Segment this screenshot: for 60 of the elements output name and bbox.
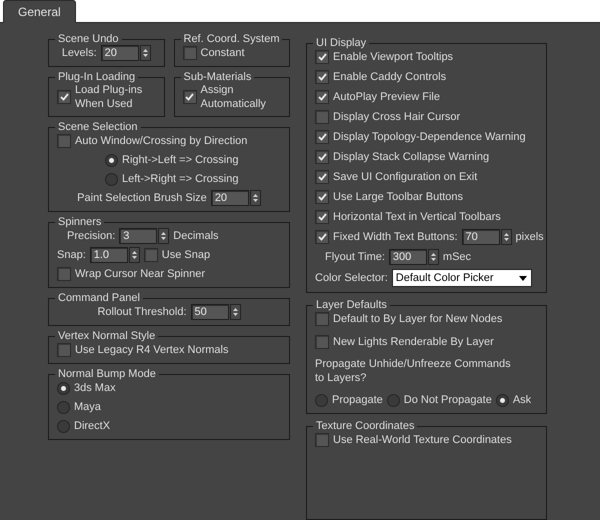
group-title: Spinners: [57, 216, 102, 228]
checkbox-label: Display Topology-Dependence Warning: [333, 130, 526, 144]
checkbox-label: AutoPlay Preview File: [333, 90, 440, 104]
number-field[interactable]: 50: [190, 304, 229, 320]
number-field[interactable]: 70: [462, 229, 500, 245]
radio-label: Maya: [74, 400, 101, 414]
number-field[interactable]: 300: [388, 249, 427, 265]
unit-label: pixels: [516, 230, 544, 244]
group-title: Layer Defaults: [315, 299, 388, 311]
group-title: Ref. Coord. System: [182, 33, 280, 45]
unit-label: mSec: [442, 250, 472, 264]
group-title: Command Panel: [57, 292, 141, 304]
spinner-label: Levels:: [62, 46, 97, 60]
checkbox-label: Load Plug-ins When Used: [75, 83, 142, 111]
checkbox-label: Auto Window/Crossing by Direction: [75, 134, 248, 148]
spinner-label: Paint Selection Brush Size: [77, 191, 207, 205]
radio-label: Left->Right => Crossing: [122, 172, 238, 186]
checkbox-label: Display Cross Hair Cursor: [333, 110, 460, 124]
checkbox-label: Constant: [200, 46, 245, 60]
spinner-label: Precision:: [67, 229, 116, 243]
checkbox-label: Assign Automatically: [200, 83, 266, 111]
spinner-label: Snap:: [57, 248, 86, 262]
checkbox-label: Fixed Width Text Buttons:: [333, 230, 458, 244]
group-title: UI Display: [315, 37, 368, 49]
group-title: Scene Selection: [57, 121, 138, 133]
spinner-label: Rollout Threshold:: [97, 305, 187, 319]
number-field[interactable]: 1.0: [90, 247, 128, 263]
checkbox-label: New Lights Renderable By Layer: [333, 335, 494, 349]
dropdown-label: Color Selector:: [315, 271, 388, 285]
group-title: Scene Undo: [57, 33, 120, 45]
group-title: Sub-Materials: [182, 71, 252, 83]
checkbox-label: Default to By Layer for New Nodes: [333, 312, 502, 326]
prompt-text: Propagate Unhide/Unfreeze Commands to Layers?: [315, 357, 511, 385]
checkbox-label: Horizontal Text in Vertical Toolbars: [333, 210, 501, 224]
number-field[interactable]: 20: [210, 190, 249, 206]
checkbox-label: Save UI Configuration on Exit: [333, 170, 478, 184]
checkbox-label: Use Legacy R4 Vertex Normals: [75, 343, 228, 357]
tab[interactable]: General: [3, 0, 76, 23]
spinner-label: Flyout Time:: [325, 250, 385, 264]
checkbox-label: Use Real-World Texture Coordinates: [333, 433, 512, 447]
checkbox-label: Use Snap: [162, 248, 210, 262]
radio-label: Right->Left => Crossing: [122, 153, 238, 167]
unit-label: Decimals: [173, 229, 219, 243]
radio-label: 3ds Max: [74, 381, 116, 395]
number-field[interactable]: 20: [100, 45, 139, 61]
radio-label: Do Not Propagate: [404, 393, 492, 407]
group-title: Normal Bump Mode: [57, 368, 157, 380]
checkbox-label: Display Stack Collapse Warning: [333, 150, 490, 164]
radio-label: DirectX: [74, 419, 110, 433]
group-title: Plug-In Loading: [57, 71, 136, 83]
number-field[interactable]: 3: [119, 228, 158, 244]
radio-label: Propagate: [332, 393, 383, 407]
checkbox-label: Enable Viewport Tooltips: [333, 50, 454, 64]
checkbox-label: Wrap Cursor Near Spinner: [75, 267, 206, 281]
checkbox-label: Enable Caddy Controls: [333, 70, 446, 84]
checkbox-label: Use Large Toolbar Buttons: [333, 190, 464, 204]
group-title: Vertex Normal Style: [57, 330, 156, 342]
color-selector-dropdown[interactable]: Default Color Picker: [392, 269, 532, 287]
group-title: Texture Coordinates: [315, 420, 416, 432]
radio-label: Ask: [512, 393, 532, 407]
